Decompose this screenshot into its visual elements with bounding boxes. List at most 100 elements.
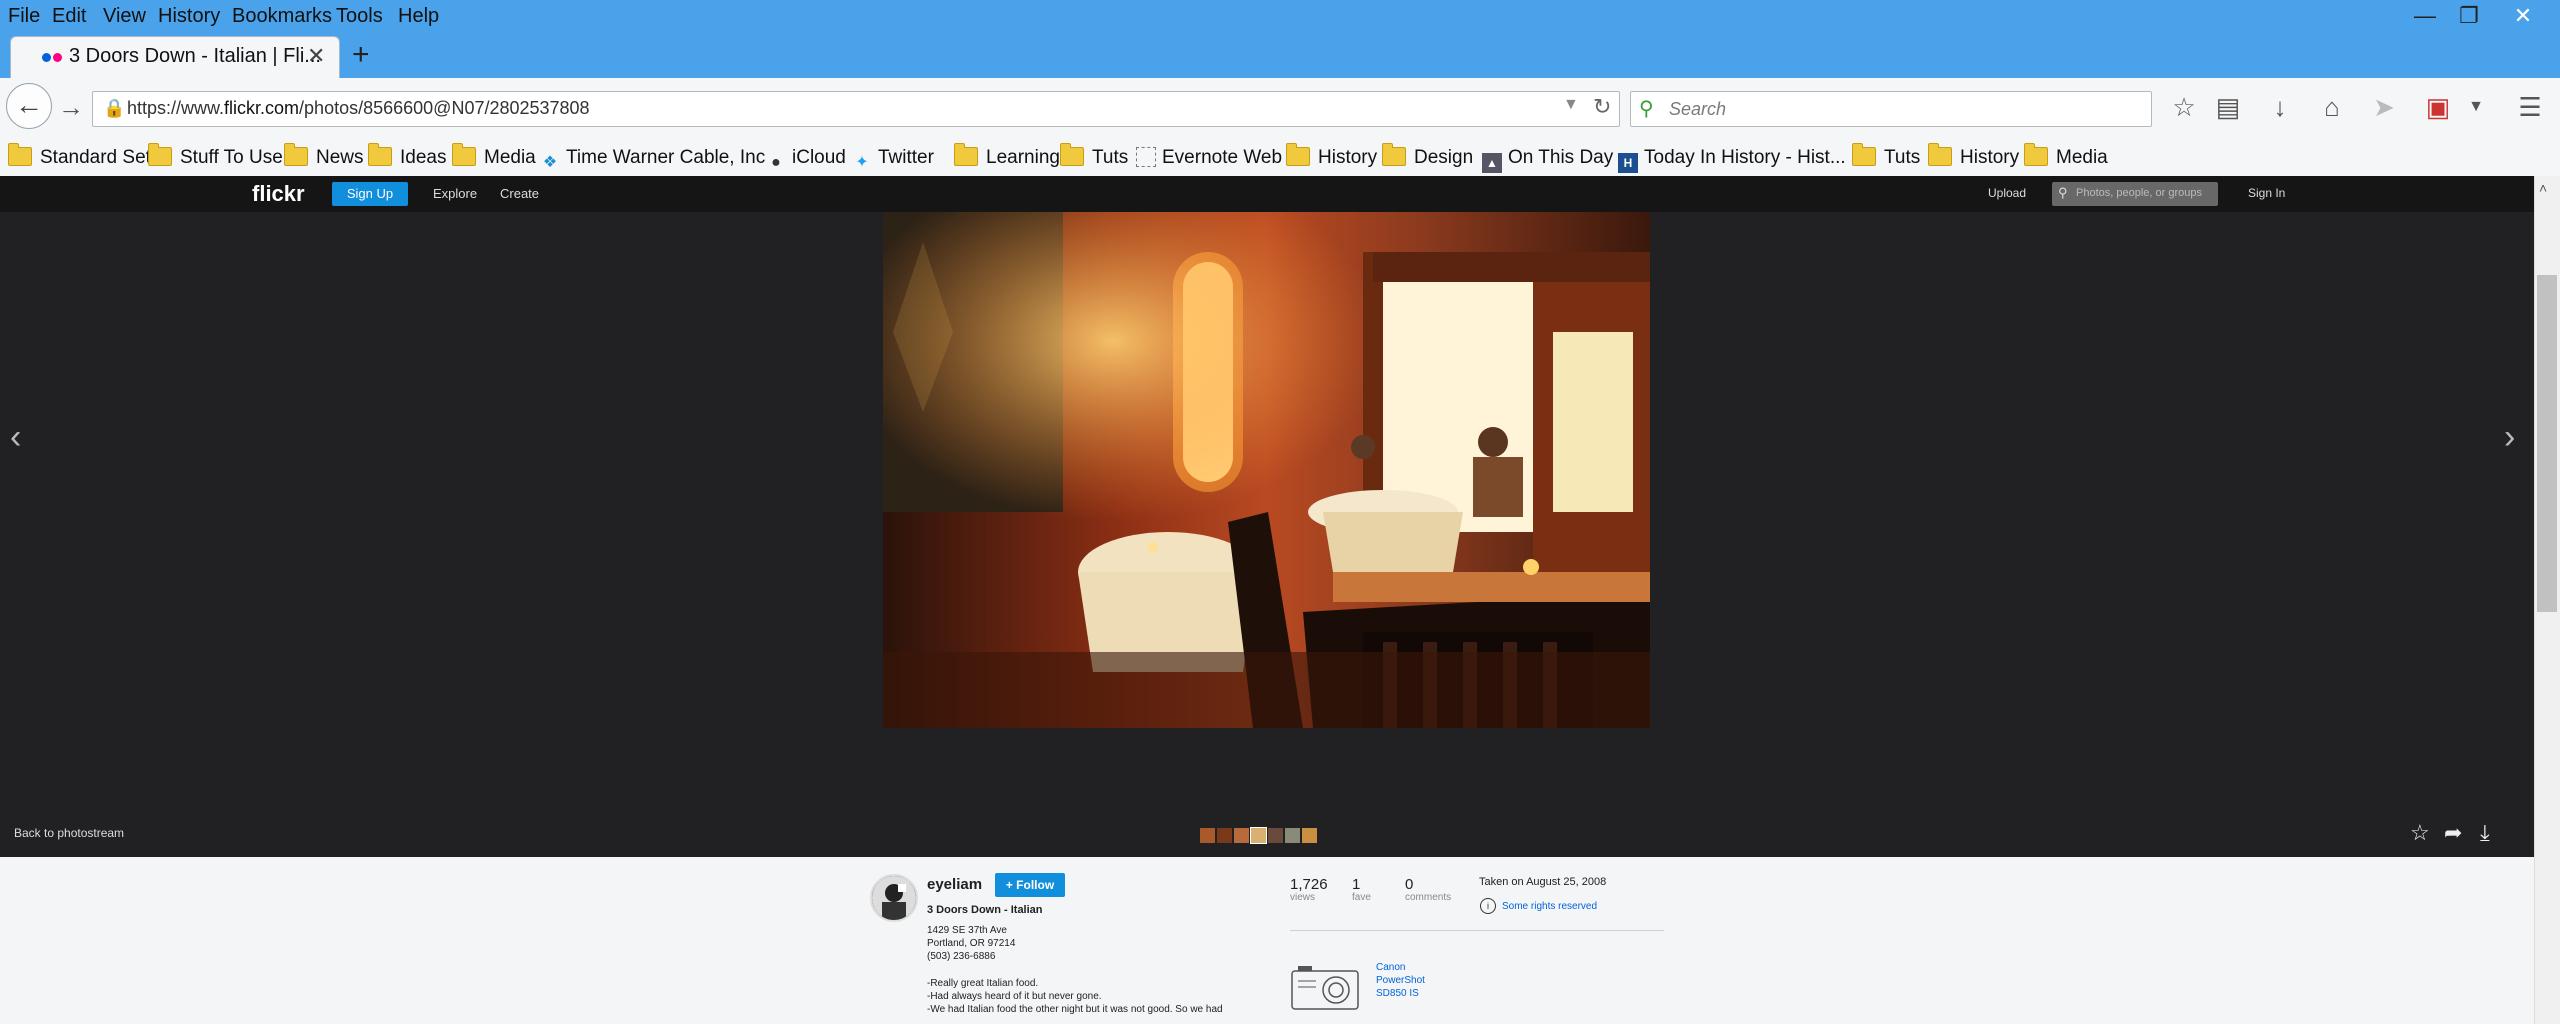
- download-icon[interactable]: ↓: [2262, 92, 2298, 123]
- search-bar[interactable]: ⚲ Search: [1630, 91, 2152, 127]
- reload-icon[interactable]: ↻: [1593, 94, 1611, 120]
- flickr-search-placeholder: Photos, people, or groups: [2076, 187, 2202, 199]
- bookmark-evernote-web[interactable]: Evernote Web: [1136, 144, 1282, 172]
- creative-commons-icon: i: [1480, 898, 1496, 914]
- views-label: views: [1290, 892, 1316, 903]
- bookmark-tuts[interactable]: Tuts: [1060, 143, 1128, 172]
- folder-icon: [8, 143, 32, 166]
- faves-label: fave: [1352, 892, 1371, 903]
- tab-strip: [0, 34, 2560, 78]
- home-icon[interactable]: ⌂: [2314, 92, 2350, 123]
- thumbnail[interactable]: [1268, 828, 1283, 843]
- folder-icon: [2024, 143, 2048, 166]
- bookmark-news[interactable]: News: [284, 143, 364, 172]
- share-arrow-icon[interactable]: ➦: [2444, 820, 2462, 846]
- bookmark-history-2[interactable]: History: [1928, 143, 2019, 172]
- menu-history[interactable]: History: [158, 0, 220, 34]
- menu-view[interactable]: View: [103, 0, 146, 34]
- bookmark-star-icon[interactable]: ☆: [2166, 92, 2202, 123]
- folder-icon: [954, 143, 978, 166]
- sign-up-button[interactable]: Sign Up: [332, 182, 408, 206]
- close-window-icon[interactable]: ✕: [2496, 0, 2550, 34]
- bookmark-ideas[interactable]: Ideas: [368, 143, 446, 172]
- flickr-favicon-pink-dot: [53, 53, 62, 62]
- camera-model-sub-link[interactable]: SD850 IS: [1376, 988, 1419, 999]
- thumbnail-current[interactable]: [1250, 827, 1267, 844]
- apple-icon: ●: [771, 154, 781, 171]
- bookmark-today-in-history[interactable]: H Today In History - Hist...: [1618, 144, 1846, 173]
- owner-name-link[interactable]: eyeliam: [927, 876, 982, 893]
- camera-drawing: [1291, 966, 1359, 1010]
- reading-list-icon[interactable]: ▤: [2210, 92, 2246, 123]
- create-link[interactable]: Create: [500, 186, 539, 201]
- restore-icon[interactable]: ❐: [2442, 0, 2496, 34]
- bookmark-on-this-day[interactable]: ▲ On This Day: [1482, 144, 1613, 173]
- thumbnail[interactable]: [1217, 828, 1232, 843]
- thumbnail[interactable]: [1234, 828, 1249, 843]
- favorite-star-icon[interactable]: ☆: [2410, 820, 2430, 846]
- description-line-1: -Really great Italian food.: [927, 978, 1039, 989]
- address-line-2: Portland, OR 97214: [927, 938, 1016, 949]
- thumbnail[interactable]: [1302, 828, 1317, 843]
- address-line-1: 1429 SE 37th Ave: [927, 925, 1007, 936]
- url-bar[interactable]: 🔒 https://www.flickr.com/photos/8566600@…: [92, 91, 1620, 127]
- description-line-3: -We had Italian food the other night but…: [927, 1004, 1223, 1015]
- time-warner-icon: ❖: [542, 154, 558, 171]
- camera-icon[interactable]: [1290, 963, 1360, 1011]
- phone-number: (503) 236-6886: [927, 951, 996, 962]
- flickr-favicon-icon: [42, 53, 51, 62]
- url-dropdown-icon[interactable]: ▼: [1563, 96, 1579, 114]
- hamburger-menu-icon[interactable]: ☰: [2512, 92, 2548, 123]
- scroll-up-icon[interactable]: ˄: [2539, 180, 2547, 196]
- follow-button[interactable]: + Follow: [995, 873, 1065, 897]
- faves-count: 1: [1352, 876, 1361, 893]
- url-text[interactable]: https://www.flickr.com/photos/8566600@N0…: [127, 98, 590, 119]
- menu-help[interactable]: Help: [398, 0, 439, 34]
- menu-file[interactable]: File: [8, 0, 40, 34]
- description-line-2: -Had always heard of it but never gone.: [927, 991, 1102, 1002]
- bookmark-learning[interactable]: Learning: [954, 143, 1060, 172]
- folder-icon: [1852, 143, 1876, 166]
- sign-in-link[interactable]: Sign In: [2248, 186, 2285, 200]
- menu-tools[interactable]: Tools: [336, 0, 383, 34]
- bookmark-media-2[interactable]: Media: [2024, 143, 2108, 172]
- main-photo[interactable]: [883, 212, 1650, 728]
- share-icon[interactable]: ➤: [2366, 92, 2402, 123]
- flickr-search-input[interactable]: ⚲ Photos, people, or groups: [2052, 182, 2218, 206]
- bookmark-history[interactable]: History: [1286, 143, 1377, 172]
- upload-link[interactable]: Upload: [1988, 186, 2026, 200]
- menu-bookmarks[interactable]: Bookmarks: [232, 0, 332, 34]
- flickr-logo[interactable]: flickr: [252, 181, 305, 207]
- menu-edit[interactable]: Edit: [52, 0, 86, 34]
- bookmark-media[interactable]: Media: [452, 143, 536, 172]
- forward-button[interactable]: →: [58, 92, 84, 123]
- close-tab-icon[interactable]: ✕: [307, 43, 325, 69]
- next-photo-icon[interactable]: ›: [2504, 418, 2515, 457]
- new-tab-button[interactable]: +: [352, 38, 370, 72]
- photostream-thumbnails[interactable]: [1200, 827, 1319, 844]
- thumbnail[interactable]: [1285, 828, 1300, 843]
- folder-icon: [284, 143, 308, 166]
- previous-photo-icon[interactable]: ‹: [10, 418, 21, 457]
- bookmark-standard-set[interactable]: Standard Set: [8, 143, 151, 172]
- back-button[interactable]: ←: [6, 83, 52, 129]
- search-engine-icon[interactable]: ⚲: [1639, 96, 1654, 121]
- browser-tab[interactable]: 3 Doors Down - Italian | Fli... ✕: [10, 36, 340, 79]
- bookmark-stuff-to-use[interactable]: Stuff To Use: [148, 143, 283, 172]
- download-photo-icon[interactable]: ⤓: [2480, 820, 2490, 846]
- thumbnail[interactable]: [1200, 828, 1215, 843]
- bookmark-tuts-2[interactable]: Tuts: [1852, 143, 1920, 172]
- bookmark-design[interactable]: Design: [1382, 143, 1473, 172]
- explore-link[interactable]: Explore: [433, 186, 477, 201]
- bookmark-twitter[interactable]: ✦ Twitter: [852, 144, 934, 172]
- license-link[interactable]: Some rights reserved: [1502, 901, 1597, 912]
- toolbar-dropdown-icon[interactable]: ▼: [2458, 98, 2494, 116]
- camera-make-link[interactable]: Canon: [1376, 962, 1405, 973]
- scrollbar-thumb[interactable]: [2537, 275, 2557, 612]
- bookmark-icloud[interactable]: ● iCloud: [766, 144, 846, 172]
- bookmark-time-warner[interactable]: ❖ Time Warner Cable, Inc: [540, 144, 765, 172]
- avatar[interactable]: [870, 874, 918, 922]
- back-to-photostream-link[interactable]: Back to photostream: [14, 826, 124, 840]
- camera-model-link[interactable]: PowerShot: [1376, 975, 1425, 986]
- extension-icon[interactable]: ▣: [2420, 92, 2456, 123]
